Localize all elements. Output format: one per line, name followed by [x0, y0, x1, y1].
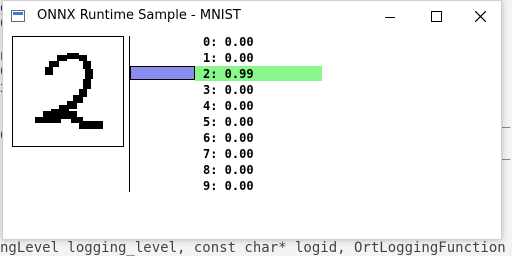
result-label: 8: 0.00: [203, 163, 254, 177]
drawn-digit-image: [35, 53, 103, 129]
background-editor-text-right: _ _: [502, 112, 511, 160]
maximize-icon: [430, 11, 442, 22]
result-label: 2: 0.99: [203, 67, 254, 81]
result-label: 6: 0.00: [203, 131, 254, 145]
result-label: 3: 0.00: [203, 83, 254, 97]
close-icon: [474, 11, 486, 22]
minimize-icon: [385, 16, 395, 18]
title-bar[interactable]: ONNX Runtime Sample - MNIST: [3, 1, 501, 32]
result-label: 1: 0.00: [203, 51, 254, 65]
result-label: 4: 0.00: [203, 99, 254, 113]
result-label: 5: 0.00: [203, 115, 254, 129]
window-title: ONNX Runtime Sample - MNIST: [37, 8, 241, 23]
background-editor-text-bottom: ngLevel logging_level, const char* logid…: [0, 240, 512, 256]
result-label: 7: 0.00: [203, 147, 254, 161]
minimize-button[interactable]: [367, 1, 413, 32]
client-area: 0: 0.00 1: 0.00 2: 0.99 3: 0.00 4: 0.00 5: 0.…: [3, 32, 501, 239]
digit-drawing-canvas[interactable]: [12, 36, 124, 147]
probability-bar: [130, 66, 195, 80]
result-label: 0: 0.00: [203, 35, 254, 49]
result-label: 9: 0.00: [203, 179, 254, 193]
results-divider: [129, 36, 130, 192]
app-window: ONNX Runtime Sample - MNIST 0: 0.00 1: 0…: [2, 0, 502, 240]
close-button[interactable]: [457, 1, 503, 32]
window-app-icon: [11, 10, 25, 22]
maximize-button[interactable]: [413, 1, 459, 32]
